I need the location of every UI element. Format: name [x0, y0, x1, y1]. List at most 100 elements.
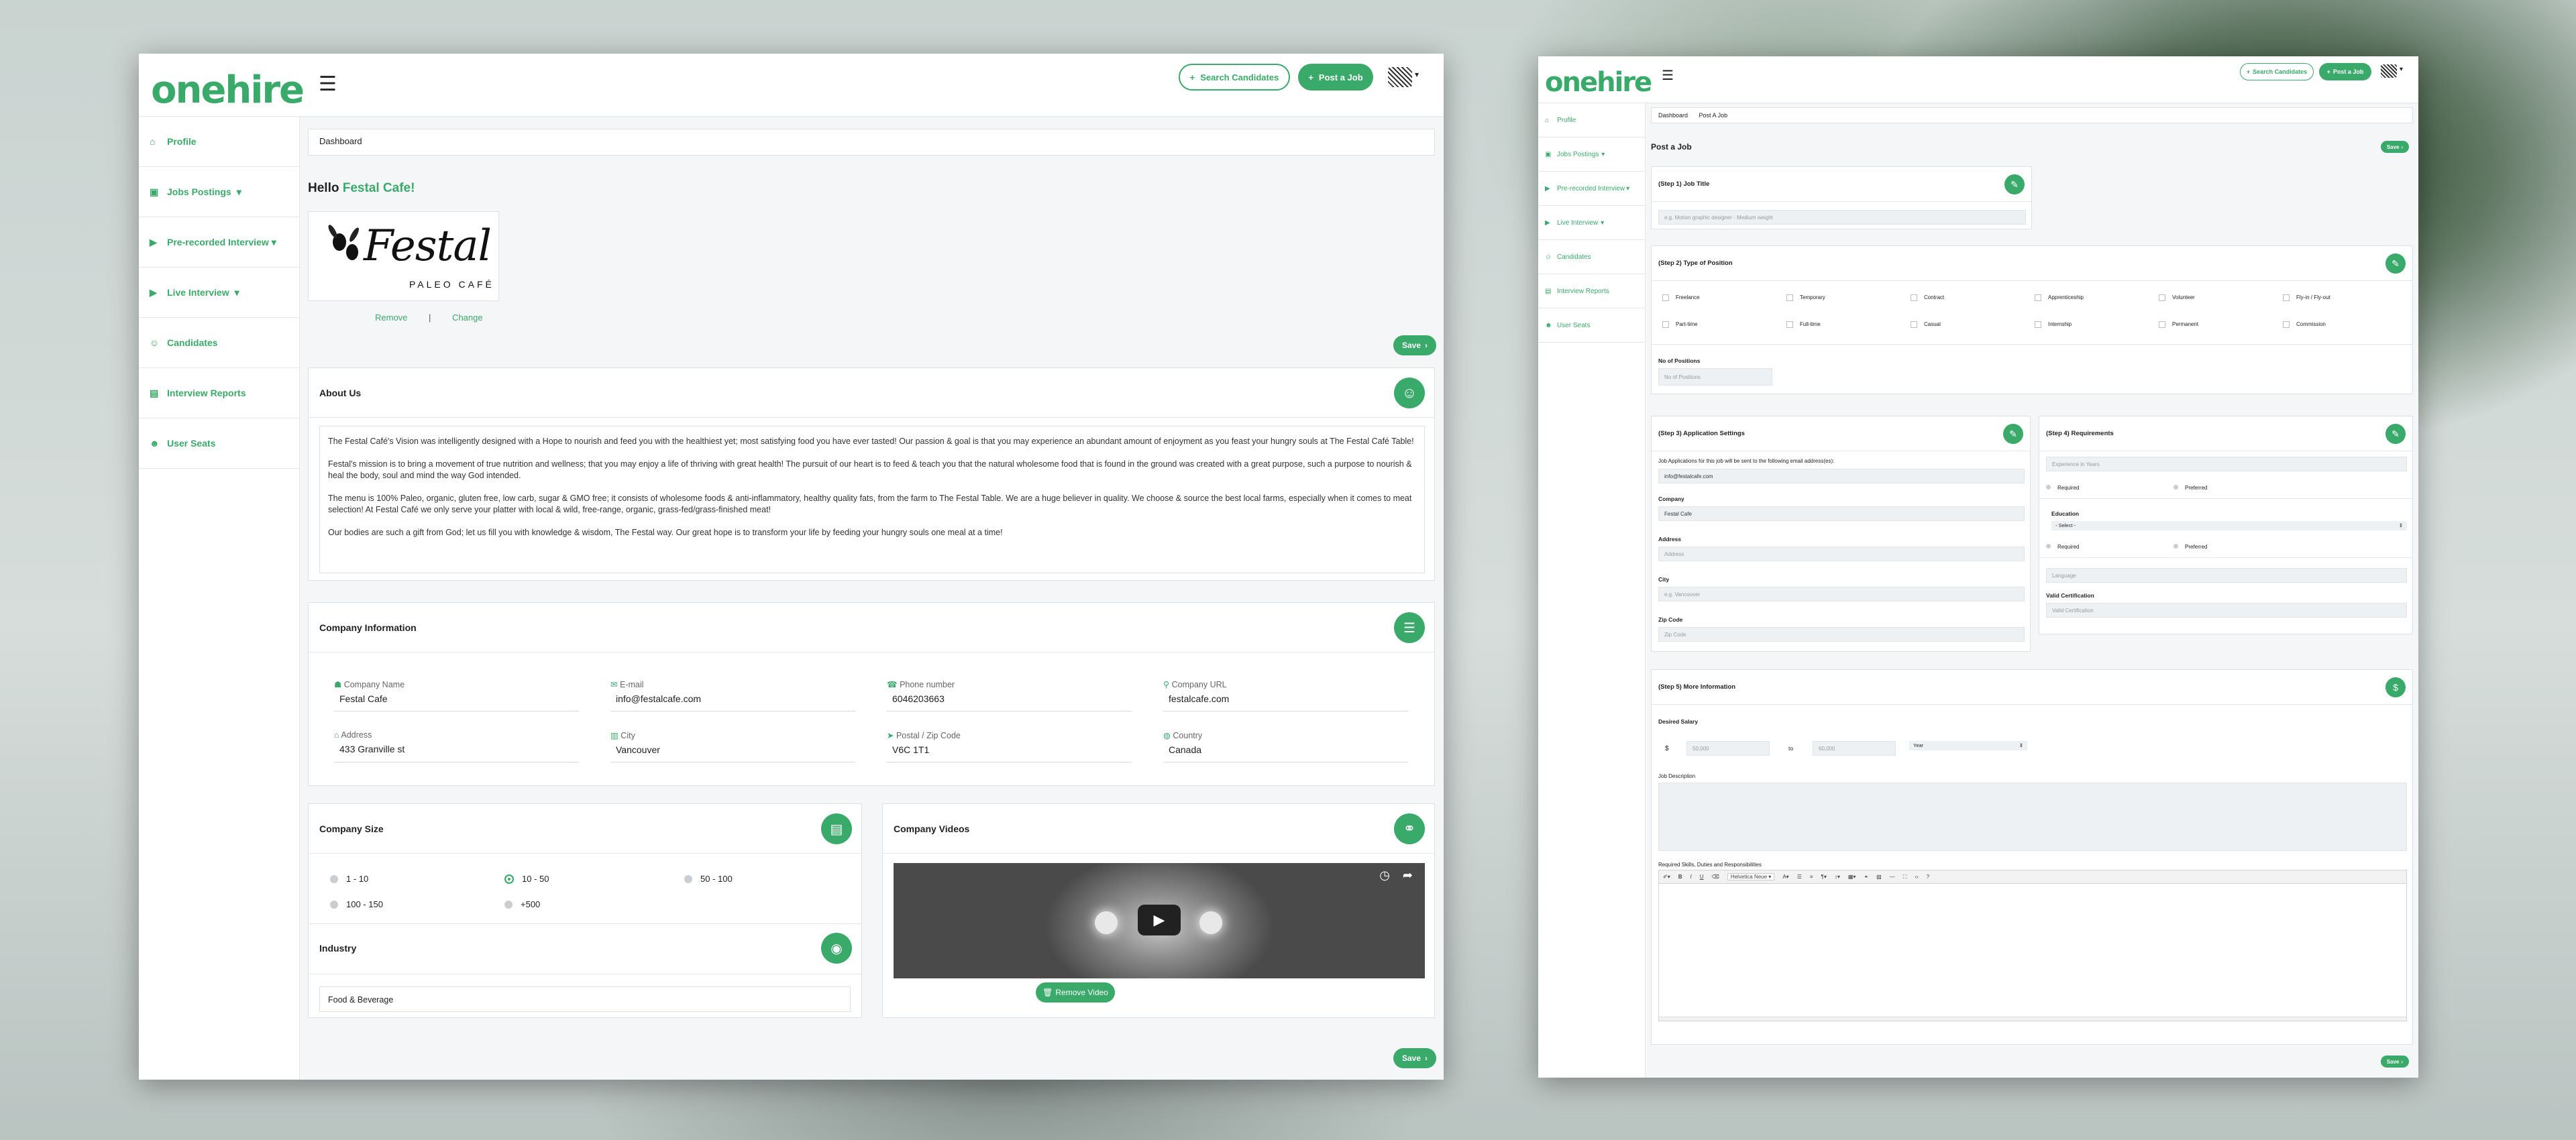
- bold-icon[interactable]: B: [1678, 874, 1682, 880]
- font-select[interactable]: Helvetica Neue ▾: [1727, 873, 1775, 880]
- id-card-icon[interactable]: ▤: [821, 813, 852, 844]
- sidebar-item-candidates[interactable]: ☺ Candidates: [139, 318, 299, 368]
- sidebar-item-live-interview[interactable]: ▶ Live Interview ▾: [1538, 206, 1645, 240]
- position-type-checkbox[interactable]: Temporary: [1786, 294, 1911, 301]
- paragraph-icon[interactable]: ¶▾: [1821, 874, 1827, 880]
- job-description-textarea[interactable]: [1658, 783, 2407, 851]
- eraser-icon[interactable]: ⌫: [1712, 874, 1719, 880]
- experience-preferred-radio[interactable]: Preferred: [2174, 485, 2207, 491]
- hamburger-icon[interactable]: ☰: [319, 72, 337, 96]
- salary-max-input[interactable]: 60,000: [1813, 741, 1896, 756]
- user-avatar[interactable]: [1388, 67, 1412, 87]
- save-button-top[interactable]: Save ›: [2381, 141, 2409, 153]
- address-input[interactable]: Address: [1658, 547, 2025, 561]
- salary-period-select[interactable]: Year ⇕: [1909, 741, 2027, 750]
- share-icon[interactable]: ➦: [1403, 868, 1413, 882]
- edit-icon[interactable]: ✎: [2003, 424, 2023, 444]
- country-field[interactable]: ◍ Country Canada: [1163, 730, 1408, 762]
- position-type-checkbox[interactable]: Internship: [2035, 321, 2159, 328]
- post-job-button[interactable]: + Post a Job: [2319, 63, 2371, 80]
- line-height-icon[interactable]: ↕▾: [1835, 874, 1840, 880]
- user-avatar[interactable]: [2381, 64, 2397, 78]
- sidebar-item-jobs-postings[interactable]: ▣ Jobs Postings ▾: [1538, 137, 1645, 172]
- remove-video-button[interactable]: 🗑 Remove Video: [1036, 982, 1115, 1003]
- save-button-bottom[interactable]: Save ›: [1393, 1048, 1436, 1068]
- size-option-selected[interactable]: 10 - 50: [504, 874, 549, 884]
- change-logo-link[interactable]: Change: [452, 312, 483, 323]
- phone-field[interactable]: ☎ Phone number 6046203663: [887, 679, 1132, 711]
- sidebar-item-pre-recorded-interview[interactable]: ▶ Pre-recorded Interview ▾: [1538, 172, 1645, 206]
- size-option[interactable]: 1 - 10: [330, 874, 368, 884]
- city-field[interactable]: ▥ City Vancouver: [610, 730, 855, 762]
- video-player[interactable]: ▶ ◷ ➦: [894, 863, 1425, 978]
- application-email-input[interactable]: info@festalcafe.com: [1658, 469, 2025, 483]
- position-type-checkbox[interactable]: Contract: [1911, 294, 2035, 301]
- chevron-down-icon[interactable]: ▾: [2400, 66, 2403, 73]
- zip-input[interactable]: Zip Code: [1658, 627, 2025, 642]
- edit-icon[interactable]: ✎: [2385, 253, 2406, 274]
- edit-icon[interactable]: ✎: [2385, 424, 2406, 444]
- education-select[interactable]: - Select - ⇕: [2051, 521, 2407, 530]
- table-icon[interactable]: ▦▾: [1848, 874, 1856, 880]
- brand-logo[interactable]: onehire: [151, 68, 305, 112]
- size-option[interactable]: 50 - 100: [684, 874, 733, 884]
- editor-resize-handle[interactable]: [1659, 1017, 2406, 1021]
- address-field[interactable]: ⌂ Address 433 Granville st: [334, 730, 579, 762]
- play-button-icon[interactable]: ▶: [1138, 905, 1181, 935]
- position-type-checkbox[interactable]: Fly-in / Fly-out: [2283, 294, 2407, 301]
- sidebar-item-profile[interactable]: ⌂ Profile: [139, 117, 299, 167]
- sidebar-item-pre-recorded-interview[interactable]: ▶ Pre-recorded Interview ▾: [139, 217, 299, 268]
- hamburger-icon[interactable]: ☰: [1662, 67, 1674, 84]
- company-input[interactable]: Festal Cafe: [1658, 506, 2025, 521]
- language-input[interactable]: Language: [2046, 568, 2407, 583]
- dollar-icon[interactable]: $: [2385, 677, 2406, 697]
- magic-wand-icon[interactable]: ✐▾: [1663, 874, 1670, 880]
- remove-logo-link[interactable]: Remove: [375, 312, 407, 323]
- breadcrumb-item-dashboard[interactable]: Dashboard: [1658, 112, 1688, 119]
- experience-input[interactable]: Experience in Years: [2046, 457, 2407, 471]
- settings-list-icon[interactable]: ☰: [1394, 612, 1425, 643]
- position-type-checkbox[interactable]: Part-time: [1662, 321, 1786, 328]
- position-type-checkbox[interactable]: Casual: [1911, 321, 2035, 328]
- sidebar-item-interview-reports[interactable]: ▤ Interview Reports: [139, 368, 299, 418]
- post-job-button[interactable]: + Post a Job: [1298, 64, 1373, 91]
- positions-input[interactable]: No of Positions: [1658, 368, 1772, 386]
- fullscreen-icon[interactable]: ⛶: [1903, 874, 1907, 880]
- experience-required-radio[interactable]: Required: [2046, 485, 2079, 491]
- italic-icon[interactable]: I: [1690, 874, 1692, 880]
- position-type-checkbox[interactable]: Volunteer: [2159, 294, 2283, 301]
- text-color-icon[interactable]: A▾: [1782, 874, 1788, 880]
- postal-code-field[interactable]: ➤ Postal / Zip Code V6C 1T1: [887, 730, 1132, 762]
- image-icon[interactable]: ▨: [1876, 874, 1882, 880]
- save-button-top[interactable]: Save ›: [1393, 335, 1436, 355]
- sidebar-item-interview-reports[interactable]: ▤ Interview Reports: [1538, 274, 1645, 308]
- chevron-down-icon[interactable]: ▾: [1415, 70, 1419, 79]
- sidebar-item-user-seats[interactable]: ☻ User Seats: [139, 418, 299, 469]
- link-icon[interactable]: ⚭: [1394, 813, 1425, 844]
- email-field[interactable]: ✉ E-mail info@festalcafe.com: [610, 679, 855, 711]
- help-icon[interactable]: ?: [1927, 874, 1929, 880]
- company-name-field[interactable]: ☗ Company Name Festal Cafe: [334, 679, 579, 711]
- city-input[interactable]: e.g. Vancouver: [1658, 587, 2025, 602]
- position-type-checkbox[interactable]: Apprenticeship: [2035, 294, 2159, 301]
- position-type-checkbox[interactable]: Permanent: [2159, 321, 2283, 328]
- bullet-list-icon[interactable]: ☰: [1797, 874, 1802, 880]
- sidebar-item-candidates[interactable]: ☺ Candidates: [1538, 240, 1645, 274]
- sidebar-item-user-seats[interactable]: ☻ User Seats: [1538, 308, 1645, 343]
- sidebar-item-jobs-postings[interactable]: ▣ Jobs Postings ▾: [139, 167, 299, 217]
- salary-min-input[interactable]: 50,000: [1686, 741, 1770, 756]
- position-type-checkbox[interactable]: Full-time: [1786, 321, 1911, 328]
- link-icon[interactable]: ⚭: [1864, 874, 1868, 880]
- about-textarea[interactable]: The Festal Café's Vision was intelligent…: [319, 426, 1425, 573]
- location-pin-icon[interactable]: ◉: [821, 933, 852, 964]
- industry-field[interactable]: Food & Beverage: [319, 986, 851, 1012]
- code-view-icon[interactable]: ‹›: [1915, 874, 1918, 880]
- job-title-input[interactable]: e.g. Motion graphic designer - Medium we…: [1658, 210, 2026, 225]
- position-type-checkbox[interactable]: Commission: [2283, 321, 2407, 328]
- search-candidates-button[interactable]: + Search Candidates: [2240, 63, 2314, 80]
- brand-logo[interactable]: onehire: [1545, 67, 1652, 98]
- save-button-bottom[interactable]: Save ›: [2381, 1056, 2409, 1068]
- numbered-list-icon[interactable]: ≡: [1810, 874, 1813, 880]
- education-preferred-radio[interactable]: Preferred: [2174, 544, 2207, 550]
- breadcrumb-item-dashboard[interactable]: Dashboard: [319, 136, 362, 146]
